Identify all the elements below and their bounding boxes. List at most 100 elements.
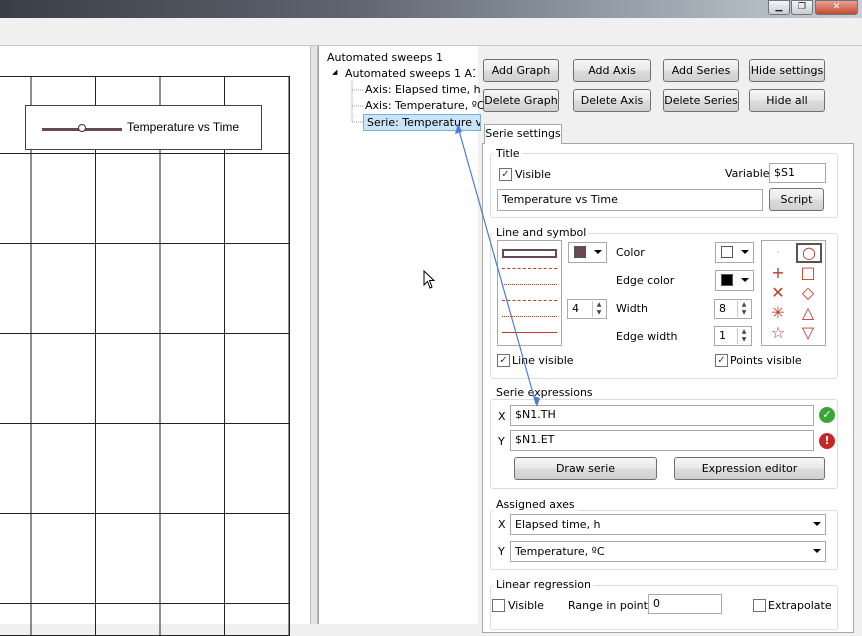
variable-label: Variable: [725, 167, 770, 180]
add-axis-button[interactable]: Add Axis: [573, 59, 651, 82]
expr-y-label: Y: [498, 435, 505, 448]
line-color-swatch: [574, 246, 586, 258]
tab-serie-settings[interactable]: Serie settings: [484, 124, 562, 144]
chevron-down-icon: [813, 522, 821, 526]
symbol-triangle-down-icon[interactable]: ▽: [798, 323, 818, 343]
edge-width-spinner[interactable]: 1 ▲ ▼: [714, 326, 752, 346]
error-icon: !: [819, 433, 835, 449]
y-axis-select[interactable]: Temperature, ºC: [510, 541, 826, 562]
spin-up-icon[interactable]: ▲: [738, 328, 750, 336]
maximize-button[interactable]: ❐: [791, 0, 813, 15]
axis-y-label: Y: [498, 545, 505, 558]
color-label: Color: [616, 246, 645, 259]
width-value: 8: [719, 302, 726, 315]
spin-up-icon[interactable]: ▲: [593, 301, 605, 309]
range-in-points-input[interactable]: 0: [648, 594, 722, 614]
regression-visible-label: Visible: [508, 599, 544, 612]
variable-input[interactable]: $S1: [769, 163, 826, 183]
toolbar-area: [0, 18, 862, 46]
fill-color-combo[interactable]: [715, 242, 754, 263]
width-label: Width: [616, 302, 648, 315]
width-spinner[interactable]: 8 ▲ ▼: [714, 299, 752, 319]
right-edge: [854, 46, 862, 624]
line-style-dashed[interactable]: [502, 268, 557, 269]
regression-visible-checkbox[interactable]: [492, 599, 505, 612]
symbol-dot-icon[interactable]: ·: [768, 243, 788, 263]
line-width-spinner[interactable]: 4 ▲ ▼: [567, 299, 607, 319]
tree-node-axis-y[interactable]: Axis: Temperature, ºC: [365, 99, 485, 112]
line-color-combo[interactable]: [568, 242, 607, 263]
hide-settings-button[interactable]: Hide settings: [749, 59, 825, 82]
add-series-button[interactable]: Add Series: [663, 59, 739, 82]
extrapolate-checkbox[interactable]: [753, 599, 766, 612]
symbol-circle-icon[interactable]: ○: [796, 243, 822, 263]
x-axis-select[interactable]: Elapsed time, h: [510, 514, 826, 535]
mouse-cursor-icon: [423, 270, 436, 289]
legend-marker: [78, 124, 86, 132]
symbol-cross-icon[interactable]: ✕: [768, 283, 788, 303]
delete-axis-button[interactable]: Delete Axis: [573, 89, 651, 112]
tree-node-serie[interactable]: Serie: Temperature vs: [363, 114, 481, 131]
title-text-input[interactable]: Temperature vs Time: [497, 189, 763, 211]
spin-down-icon[interactable]: ▼: [593, 309, 605, 317]
script-button[interactable]: Script: [769, 188, 824, 211]
points-visible-checkbox[interactable]: ✓: [715, 354, 728, 367]
close-button[interactable]: ✕: [815, 0, 858, 15]
points-visible-label: Points visible: [730, 354, 802, 367]
delete-series-button[interactable]: Delete Series: [663, 89, 739, 112]
x-axis-value: Elapsed time, h: [515, 518, 601, 531]
y-axis-value: Temperature, ºC: [515, 545, 605, 558]
delete-graph-button[interactable]: Delete Graph: [483, 89, 559, 112]
spin-down-icon[interactable]: ▼: [738, 336, 750, 344]
line-style-thin[interactable]: [502, 332, 557, 333]
tree-root[interactable]: Automated sweeps 1: [327, 51, 443, 64]
spin-down-icon[interactable]: ▼: [738, 309, 750, 317]
line-style-dotted[interactable]: [502, 284, 557, 285]
edge-color-combo[interactable]: [715, 270, 754, 291]
line-style-list[interactable]: [497, 240, 562, 346]
draw-serie-button[interactable]: Draw serie: [514, 457, 657, 480]
extrapolate-label: Extrapolate: [768, 599, 832, 612]
line-style-dashdotdot[interactable]: [502, 316, 557, 317]
tree-node-axis-x[interactable]: Axis: Elapsed time, h: [365, 83, 481, 96]
symbol-picker[interactable]: · ○ + □ ✕ ◇ ✳ △ ☆ ▽: [761, 240, 826, 346]
minimize-button[interactable]: ▁: [768, 0, 790, 15]
symbol-star-icon[interactable]: ☆: [768, 323, 788, 343]
symbol-triangle-up-icon[interactable]: △: [798, 303, 818, 323]
add-graph-button[interactable]: Add Graph: [483, 59, 559, 82]
expression-editor-button[interactable]: Expression editor: [674, 457, 825, 480]
chevron-down-icon: [741, 250, 749, 254]
chevron-down-icon: [813, 549, 821, 553]
splitter-handle[interactable]: [310, 46, 318, 624]
tree-node-sweep[interactable]: Automated sweeps 1 A10 N: [345, 67, 475, 80]
legend-label: Temperature vs Time: [127, 120, 240, 134]
tree-expander-icon[interactable]: ◢: [332, 68, 337, 76]
axis-x-label: X: [498, 518, 506, 531]
assigned-axes-label: Assigned axes: [494, 498, 577, 511]
chevron-down-icon: [594, 250, 602, 254]
line-visible-label: Line visible: [512, 354, 574, 367]
chevron-down-icon: [741, 278, 749, 282]
edge-width-value: 1: [719, 329, 726, 342]
line-style-dashdot[interactable]: [502, 300, 557, 301]
graph-tree[interactable]: Automated sweeps 1 ◢ Automated sweeps 1 …: [318, 46, 485, 624]
spin-buttons[interactable]: ▲ ▼: [737, 328, 750, 344]
symbol-asterisk-icon[interactable]: ✳: [768, 303, 788, 323]
line-style-solid[interactable]: [502, 249, 557, 258]
expr-y-input[interactable]: $N1.ET: [510, 430, 814, 451]
window-titlebar: [0, 0, 862, 18]
symbol-plus-icon[interactable]: +: [768, 263, 788, 283]
fill-color-swatch: [721, 246, 733, 258]
symbol-diamond-icon[interactable]: ◇: [798, 283, 818, 303]
title-visible-checkbox[interactable]: ✓: [499, 168, 512, 181]
hide-all-button[interactable]: Hide all: [749, 89, 825, 112]
spin-buttons[interactable]: ▲ ▼: [592, 301, 605, 317]
expr-x-input[interactable]: $N1.TH: [510, 405, 814, 426]
symbol-square-icon[interactable]: □: [798, 263, 818, 283]
range-in-points-label: Range in points: [568, 599, 654, 612]
spin-buttons[interactable]: ▲ ▼: [737, 301, 750, 317]
plot-legend[interactable]: Temperature vs Time: [25, 105, 262, 150]
serie-expressions-label: Serie expressions: [494, 386, 595, 399]
spin-up-icon[interactable]: ▲: [738, 301, 750, 309]
line-visible-checkbox[interactable]: ✓: [497, 354, 510, 367]
